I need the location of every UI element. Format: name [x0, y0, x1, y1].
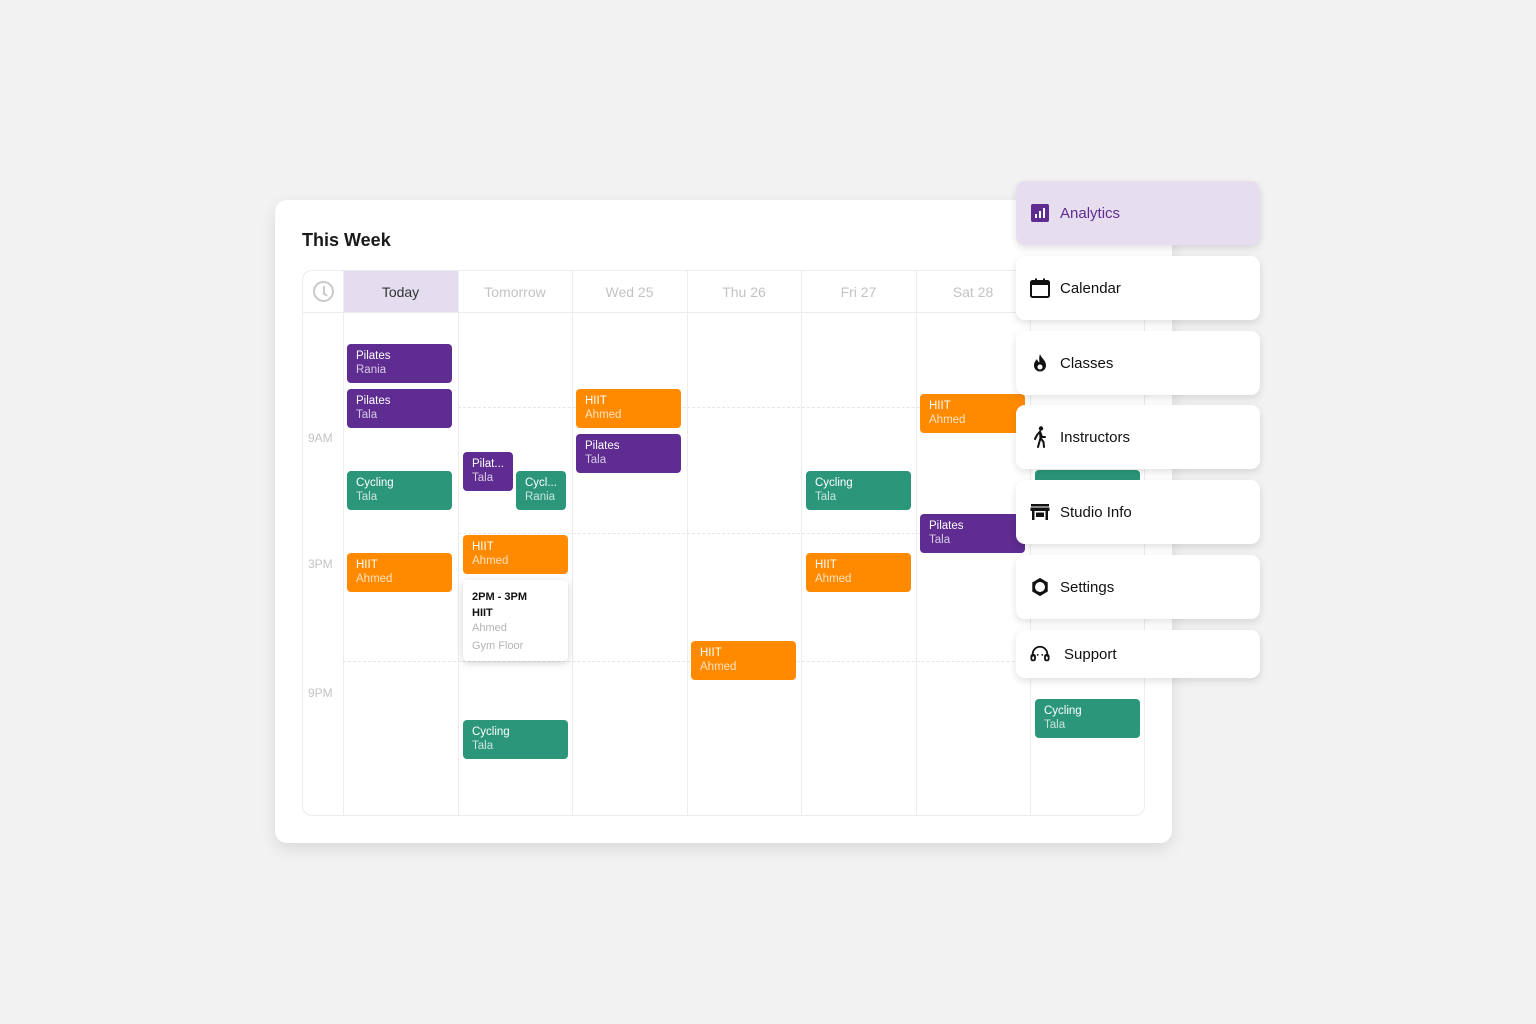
menu-item-support[interactable]: Support	[1016, 630, 1260, 678]
calendar-icon	[1030, 278, 1050, 298]
class-event[interactable]: HIIT Ahmed	[347, 553, 452, 592]
event-instructor: Ahmed	[700, 661, 737, 673]
event-name: HIIT	[929, 400, 951, 412]
menu-item-calendar[interactable]: Calendar	[1016, 256, 1260, 320]
gear-icon	[1030, 577, 1050, 597]
column-divider	[916, 271, 917, 815]
storefront-icon	[1030, 502, 1050, 522]
column-divider	[801, 271, 802, 815]
event-name: HIIT	[585, 395, 607, 407]
event-name: HIIT	[815, 559, 837, 571]
menu-item-instructors[interactable]: Instructors	[1016, 405, 1260, 469]
headset-icon	[1030, 644, 1050, 664]
event-name: HIIT	[356, 559, 378, 571]
class-event[interactable]: Pilat... Tala	[463, 452, 513, 491]
popup-instructor: Ahmed	[472, 622, 507, 634]
event-instructor: Tala	[472, 740, 494, 752]
column-divider	[343, 271, 344, 815]
event-name: Pilates	[356, 395, 391, 407]
menu-item-label: Settings	[1060, 578, 1115, 596]
event-instructor: Ahmed	[472, 555, 509, 567]
menu-item-label: Support	[1064, 645, 1117, 663]
event-instructor: Rania	[356, 364, 387, 376]
day-header-sat[interactable]: Sat 28	[916, 271, 1030, 312]
column-divider	[572, 271, 573, 815]
class-event[interactable]: Cycling Tala	[347, 471, 452, 510]
flame-icon	[1030, 353, 1050, 373]
menu-item-settings[interactable]: Settings	[1016, 555, 1260, 619]
event-instructor: Rania	[525, 491, 556, 503]
event-instructor: Ahmed	[585, 409, 622, 421]
time-label-3pm: 3PM	[308, 557, 333, 571]
event-name: Pilat...	[472, 458, 504, 470]
analytics-icon	[1030, 203, 1050, 223]
class-event[interactable]: HIIT Ahmed	[463, 535, 568, 574]
schedule-title: This Week	[302, 230, 391, 250]
class-event[interactable]: HIIT Ahmed	[576, 389, 681, 428]
event-name: Pilates	[585, 440, 620, 452]
popup-location: Gym Floor	[472, 640, 524, 652]
menu-item-label: Classes	[1060, 354, 1114, 372]
menu-item-label: Instructors	[1060, 428, 1131, 446]
event-name: Pilates	[929, 520, 964, 532]
event-instructor: Tala	[356, 491, 378, 503]
class-event[interactable]: Cycling Tala	[806, 471, 911, 510]
class-event[interactable]: Pilates Tala	[920, 514, 1025, 553]
class-event[interactable]: Pilates Tala	[576, 434, 681, 473]
class-event[interactable]: HIIT Ahmed	[920, 394, 1025, 433]
event-name: HIIT	[472, 541, 494, 553]
menu-item-label: Studio Info	[1060, 503, 1132, 521]
day-header-tomorrow[interactable]: Tomorrow	[458, 271, 572, 312]
event-instructor: Tala	[1044, 719, 1066, 731]
event-name: Cycl...	[525, 477, 557, 489]
event-instructor: Tala	[815, 491, 837, 503]
event-name: Cycling	[356, 477, 394, 489]
column-divider	[687, 271, 688, 815]
menu-item-analytics[interactable]: Analytics	[1016, 181, 1260, 245]
class-event[interactable]: Cycling Tala	[463, 720, 568, 759]
event-name: Pilates	[356, 350, 391, 362]
event-instructor: Ahmed	[356, 573, 393, 585]
menu-item-label: Analytics	[1060, 204, 1121, 222]
event-name: Cycling	[815, 477, 853, 489]
time-label-9pm: 9PM	[308, 686, 333, 700]
day-header-today[interactable]: Today	[343, 271, 458, 312]
event-name: Cycling	[472, 726, 510, 738]
day-header-thu[interactable]: Thu 26	[687, 271, 801, 312]
class-event[interactable]: HIIT Ahmed	[691, 641, 796, 680]
event-instructor: Tala	[356, 409, 378, 421]
event-name: Cycling	[1044, 705, 1082, 717]
day-header-wed[interactable]: Wed 25	[572, 271, 687, 312]
event-instructor: Tala	[472, 472, 494, 484]
time-label-9am: 9AM	[308, 431, 333, 445]
class-event[interactable]: Cycling Tala	[1035, 699, 1140, 738]
class-event[interactable]: HIIT Ahmed	[806, 553, 911, 592]
event-name: HIIT	[700, 647, 722, 659]
clock-icon	[313, 281, 334, 302]
event-instructor: Ahmed	[815, 573, 852, 585]
walking-person-icon	[1030, 426, 1050, 448]
event-instructor: Ahmed	[929, 414, 966, 426]
event-instructor: Tala	[929, 534, 951, 546]
menu-item-label: Calendar	[1060, 279, 1121, 297]
event-instructor: Tala	[585, 454, 607, 466]
day-header-fri[interactable]: Fri 27	[801, 271, 916, 312]
column-divider	[458, 271, 459, 815]
class-event[interactable]: Pilates Tala	[347, 389, 452, 428]
class-event[interactable]: Pilates Rania	[347, 344, 452, 383]
event-detail-popup[interactable]: 2PM - 3PM HIIT Ahmed Gym Floor	[463, 580, 568, 661]
menu-item-classes[interactable]: Classes	[1016, 331, 1260, 395]
class-event[interactable]: Cycl... Rania	[516, 471, 566, 510]
menu-item-studio-info[interactable]: Studio Info	[1016, 480, 1260, 544]
